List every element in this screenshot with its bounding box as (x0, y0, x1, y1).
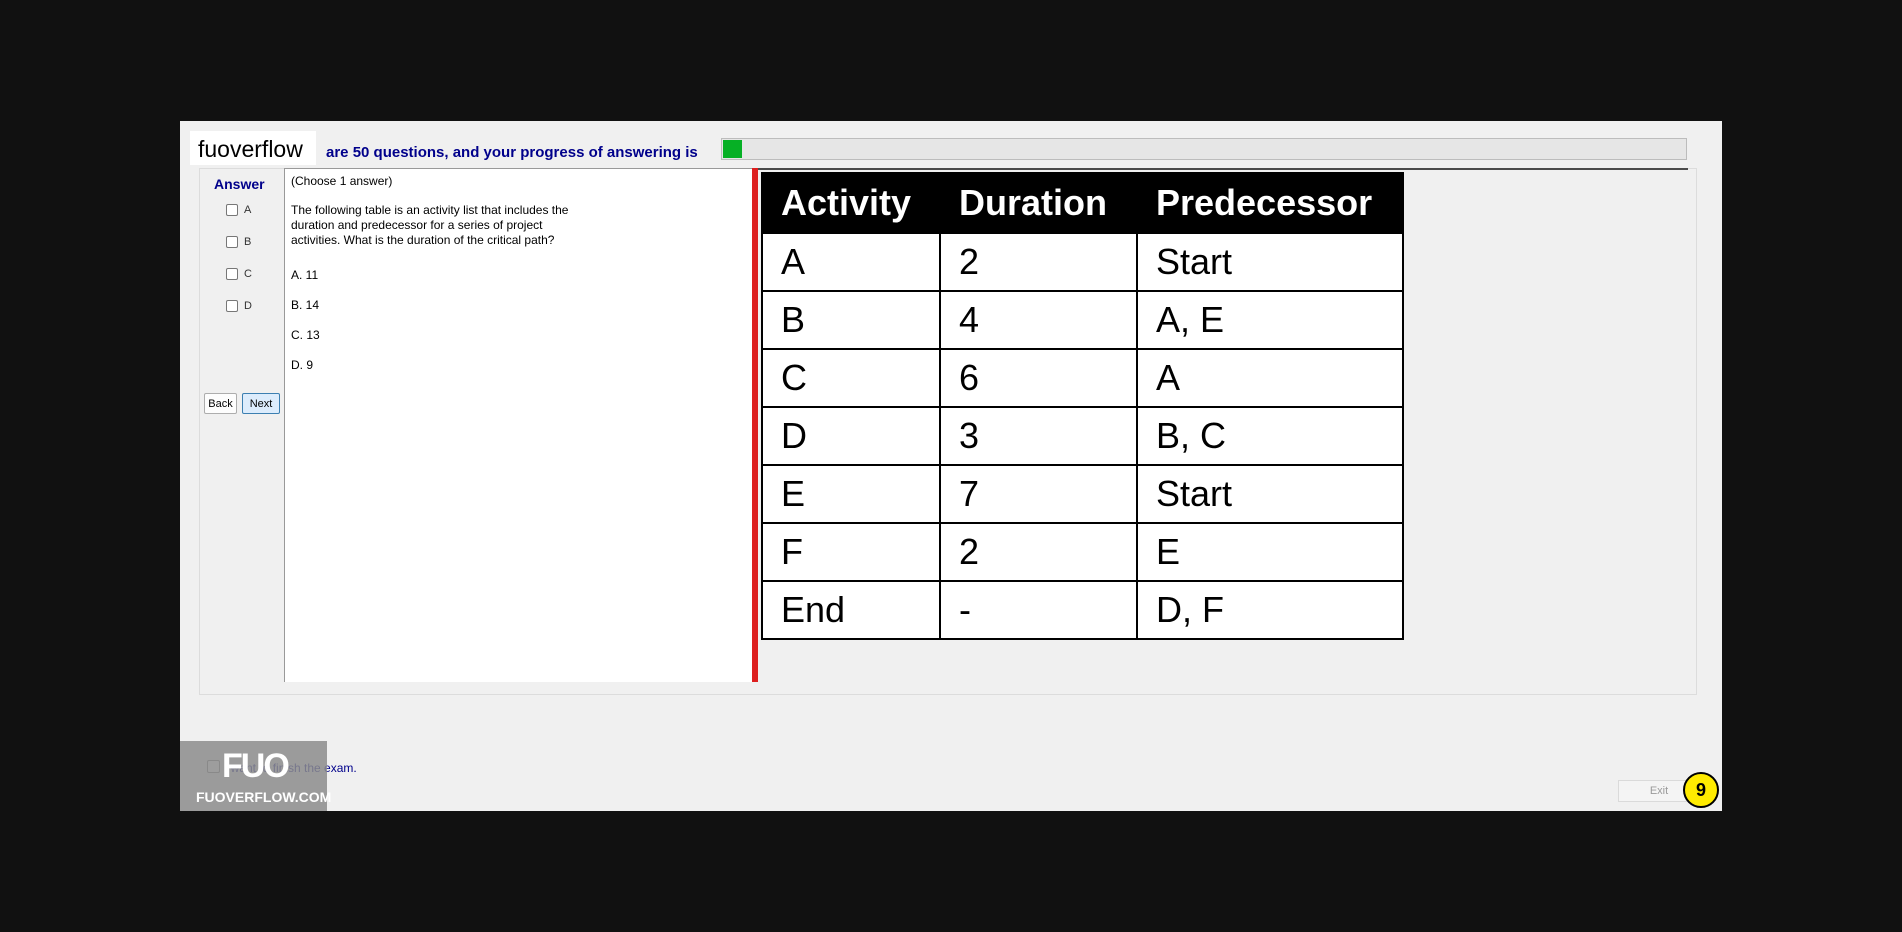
question-text: The following table is an activity list … (291, 203, 601, 248)
question-line: activities. What is the duration of the … (291, 233, 555, 247)
question-line: duration and predecessor for a series of… (291, 218, 543, 232)
table-row: D 3 B, C (761, 406, 1404, 466)
answer-b-label: B (244, 236, 252, 248)
progress-fill (723, 140, 743, 158)
cell-activity: B (761, 290, 941, 350)
answer-option-d[interactable]: D (226, 298, 252, 314)
cell-predecessor: Start (1136, 464, 1404, 524)
cell-duration: - (939, 580, 1138, 640)
cell-predecessor: B, C (1136, 406, 1404, 466)
progress-label: are 50 questions, and your progress of a… (326, 144, 698, 161)
cell-duration: 6 (939, 348, 1138, 408)
choice-b: B. 14 (291, 298, 320, 312)
answer-option-a[interactable]: A (226, 202, 251, 218)
progress-bar (721, 138, 1687, 160)
answer-d-checkbox[interactable] (226, 300, 238, 312)
cell-activity: A (761, 232, 941, 292)
table-header-row: Activity Duration Predecessor (761, 172, 1404, 234)
cell-predecessor: A (1136, 348, 1404, 408)
cell-duration: 7 (939, 464, 1138, 524)
watermark-logo: FUO (222, 747, 290, 785)
answer-a-checkbox[interactable] (226, 204, 238, 216)
header-predecessor: Predecessor (1136, 172, 1404, 234)
cell-predecessor: Start (1136, 232, 1404, 292)
question-line: The following table is an activity list … (291, 203, 569, 217)
table-row: End - D, F (761, 580, 1404, 640)
header-activity: Activity (761, 172, 941, 234)
cell-activity: D (761, 406, 941, 466)
back-button[interactable]: Back (204, 393, 237, 414)
answer-c-checkbox[interactable] (226, 268, 238, 280)
next-button[interactable]: Next (242, 393, 280, 414)
table-row: F 2 E (761, 522, 1404, 582)
answer-option-b[interactable]: B (226, 234, 251, 250)
activity-table: Activity Duration Predecessor A 2 Start … (761, 172, 1404, 640)
answer-title: Answer (214, 176, 265, 192)
table-row: C 6 A (761, 348, 1404, 408)
cell-duration: 4 (939, 290, 1138, 350)
cell-predecessor: E (1136, 522, 1404, 582)
question-number-badge: 9 (1683, 772, 1719, 808)
table-row: A 2 Start (761, 232, 1404, 292)
answer-a-label: A (244, 204, 252, 216)
cell-activity: F (761, 522, 941, 582)
choice-a: A. 11 (291, 268, 319, 282)
table-row: B 4 A, E (761, 290, 1404, 350)
exam-window: fuoverflow are 50 questions, and your pr… (180, 121, 1722, 811)
watermark: FUO FUOVERFLOW.COM (180, 741, 331, 811)
answer-b-checkbox[interactable] (226, 236, 238, 248)
cell-activity: C (761, 348, 941, 408)
cell-activity: End (761, 580, 941, 640)
cell-duration: 3 (939, 406, 1138, 466)
cell-activity: E (761, 464, 941, 524)
logo-box: fuoverflow (190, 131, 316, 165)
top-divider-line (758, 168, 1688, 170)
table-row: E 7 Start (761, 464, 1404, 524)
question-panel: (Choose 1 answer) The following table is… (284, 168, 752, 682)
answer-c-label: C (244, 268, 252, 280)
question-instruction: (Choose 1 answer) (291, 174, 393, 188)
choice-c: C. 13 (291, 328, 320, 342)
cell-predecessor: D, F (1136, 580, 1404, 640)
answer-option-c[interactable]: C (226, 266, 252, 282)
logo-text: fuoverflow (198, 136, 303, 162)
cell-duration: 2 (939, 232, 1138, 292)
watermark-site: FUOVERFLOW.COM (196, 789, 332, 805)
choice-d: D. 9 (291, 358, 314, 372)
answer-d-label: D (244, 300, 252, 312)
cell-duration: 2 (939, 522, 1138, 582)
header-duration: Duration (939, 172, 1138, 234)
cell-predecessor: A, E (1136, 290, 1404, 350)
